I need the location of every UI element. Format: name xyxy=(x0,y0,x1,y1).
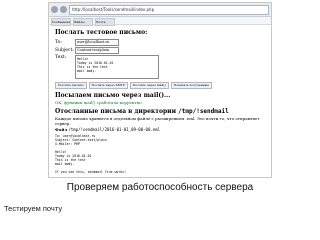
bookmark-item[interactable]: Файлы xyxy=(73,18,93,26)
address-bar[interactable]: http://localhost/Tools/sendmail/index.ph… xyxy=(69,4,269,15)
slide-caption: Проверяем работоспособность сервера xyxy=(66,182,254,193)
file-contents: To: user@localhost.ru Subject: Content-t… xyxy=(55,134,127,174)
form-buttons: Послать письмо Послать через SMTP Послат… xyxy=(55,82,265,89)
file-heading: Файл /tmp/!sendmail/2016-01-01_09-00-00.… xyxy=(55,127,265,132)
to-label: To: xyxy=(55,40,62,45)
text-label: Text: xyxy=(55,55,67,60)
subject-label: Subject: xyxy=(55,48,74,53)
to-field[interactable]: user@localhost.ru xyxy=(75,39,119,46)
file-label: Файл xyxy=(55,127,68,132)
send-button[interactable]: Послать письмо xyxy=(55,82,87,89)
text-row: Text: Hello! Today is 2016-01-01 This is… xyxy=(55,55,265,79)
bookmark-item[interactable]: Почта xyxy=(95,18,115,26)
forward-icon[interactable] xyxy=(60,6,67,13)
page-content: Послать тестовое письмо: To: user@localh… xyxy=(49,25,271,177)
subject-row: Subject: Content-test/plain xyxy=(55,47,265,54)
send-mail-button[interactable]: Послать через mail() xyxy=(129,82,169,89)
sent-title-prefix: Отосланные письма в директории xyxy=(55,108,177,115)
browser-toolbar: http://localhost/Tools/sendmail/index.ph… xyxy=(49,3,271,17)
file-name-link[interactable]: /tmp/!sendmail/2016-01-01_09-00-00.eml xyxy=(68,127,160,132)
form-title: Послать тестовое письмо: xyxy=(55,29,148,36)
send-smtp-button[interactable]: Послать через SMTP xyxy=(88,82,128,89)
to-row: To: user@localhost.ru xyxy=(55,39,265,46)
slide-subcaption: Тестируем почту xyxy=(4,204,63,213)
show-received-button[interactable]: Показать полученные xyxy=(170,82,212,89)
bookmarks-bar: Сообщения Файлы Почта xyxy=(49,17,271,26)
bookmark-item[interactable]: Сообщения xyxy=(51,18,71,26)
sent-dir: /tmp/!sendmail xyxy=(178,108,229,115)
browser-screenshot: http://localhost/Tools/sendmail/index.ph… xyxy=(48,2,272,178)
results-title: Посылаем письмо через mail()... xyxy=(55,92,171,99)
message-textarea[interactable]: Hello! Today is 2016-01-01 This is the t… xyxy=(75,55,159,79)
sent-description: Каждое письмо хранится в отдельном файле… xyxy=(55,116,260,126)
subject-field[interactable]: Content-test/plain xyxy=(75,47,119,54)
sent-title: Отосланные письма в директории /tmp/!sen… xyxy=(55,108,265,115)
back-icon[interactable] xyxy=(51,6,58,13)
ok-message: ОК, функция mail() сработала корректно. xyxy=(55,100,143,105)
